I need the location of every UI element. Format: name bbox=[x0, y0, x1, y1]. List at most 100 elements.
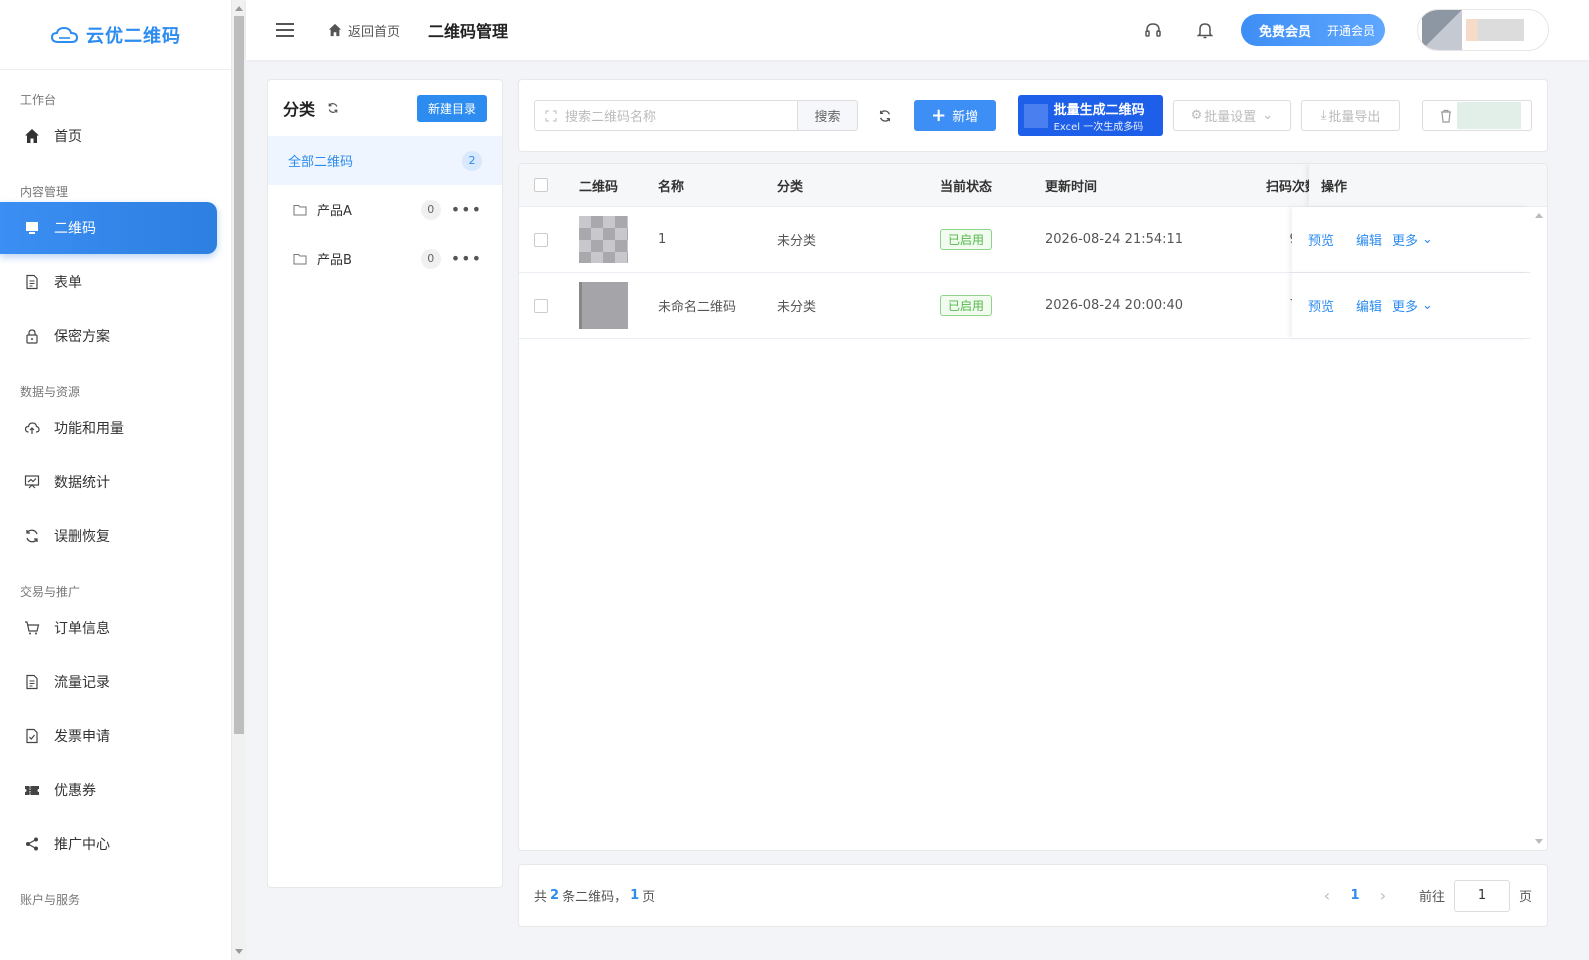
vip-badge-button[interactable]: 免费会员 开通会员 bbox=[1240, 14, 1385, 46]
chevron-down-icon: ⌄ bbox=[1422, 298, 1433, 313]
logo[interactable]: 云优二维码 bbox=[0, 0, 231, 70]
sidebar-item-qrcode[interactable]: 二维码 bbox=[0, 202, 217, 254]
sidebar-item-form[interactable]: 表单 bbox=[0, 256, 217, 308]
header-scans: 扫码次数 bbox=[1265, 179, 1318, 195]
refresh-icon bbox=[26, 529, 38, 543]
invoice-icon bbox=[26, 728, 38, 744]
row-actions: 预览 编辑 更多 ⌄ bbox=[1292, 207, 1529, 272]
goto-page-input[interactable] bbox=[1453, 879, 1510, 912]
batch-export-label: 批量导出 bbox=[1328, 110, 1381, 125]
scroll-down-arrow[interactable] bbox=[235, 949, 243, 954]
batch-export-button[interactable]: ⤓ 批量导出 bbox=[1300, 100, 1401, 131]
more-dropdown[interactable]: 更多 ⌄ bbox=[1392, 230, 1433, 249]
table-header: 二维码 名称 分类 当前状态 更新时间 扫码次数 操作 bbox=[519, 164, 1547, 207]
refresh-icon[interactable] bbox=[327, 102, 339, 114]
add-button[interactable]: + 新增 bbox=[913, 100, 996, 131]
sidebar-item-traffic[interactable]: 流量记录 bbox=[0, 656, 217, 708]
recycle-bin-button[interactable] bbox=[1422, 100, 1532, 131]
sidebar-item-security[interactable]: 保密方案 bbox=[0, 310, 217, 362]
chart-icon bbox=[24, 475, 40, 489]
category-count: 0 bbox=[420, 248, 441, 269]
sidebar-item-label: 发票申请 bbox=[54, 729, 110, 745]
sidebar-item-label: 订单信息 bbox=[54, 621, 110, 637]
row-checkbox[interactable] bbox=[534, 232, 548, 247]
total-unit: 条二维码， bbox=[562, 890, 628, 905]
category-title: 分类 bbox=[283, 100, 316, 119]
search-input[interactable]: 搜索二维码名称 bbox=[534, 100, 799, 131]
more-options-icon[interactable]: ••• bbox=[451, 249, 482, 268]
sidebar-item-orders[interactable]: 订单信息 bbox=[0, 602, 217, 654]
sidebar-item-coupon[interactable]: 优惠券 bbox=[0, 764, 217, 816]
header-name: 名称 bbox=[658, 179, 685, 195]
sidebar-item-usage[interactable]: 功能和用量 bbox=[0, 402, 217, 454]
pager-controls: ‹ 1 › 前往 页 bbox=[1311, 879, 1532, 912]
sidebar: 云优二维码 工作台 首页 内容管理 二维码 表单 保密方案 数据与资源 功能和用… bbox=[0, 0, 232, 960]
table-scrollbar[interactable] bbox=[1531, 207, 1547, 850]
sidebar-item-recovery[interactable]: 误删恢复 bbox=[0, 510, 217, 562]
category-panel: 分类 新建目录 全部二维码 2 产品A 0 ••• 产品B 0 ••• bbox=[267, 79, 503, 888]
new-directory-button[interactable]: 新建目录 bbox=[416, 94, 487, 122]
monitor-icon bbox=[26, 222, 38, 234]
qr-thumbnail[interactable] bbox=[579, 216, 628, 263]
scrollbar-thumb[interactable] bbox=[234, 16, 244, 734]
refresh-icon[interactable] bbox=[878, 109, 892, 123]
category-header: 分类 新建目录 bbox=[268, 80, 502, 136]
cloud-logo-icon bbox=[50, 26, 79, 43]
category-count: 2 bbox=[462, 150, 482, 171]
sidebar-item-label: 功能和用量 bbox=[54, 421, 124, 437]
row-checkbox[interactable] bbox=[534, 298, 548, 313]
more-options-icon[interactable]: ••• bbox=[451, 200, 482, 219]
sidebar-item-promotion[interactable]: 推广中心 bbox=[0, 818, 217, 870]
scroll-down-arrow[interactable] bbox=[1535, 839, 1543, 844]
folder-icon bbox=[293, 204, 307, 215]
sidebar-item-label: 推广中心 bbox=[54, 837, 110, 853]
select-all-checkbox[interactable] bbox=[534, 178, 548, 192]
batch-generate-title: 批量生成二维码 bbox=[1053, 102, 1145, 118]
document-icon bbox=[26, 274, 38, 290]
sidebar-item-label: 误删恢复 bbox=[54, 529, 110, 545]
scroll-up-arrow[interactable] bbox=[235, 6, 243, 11]
edit-link[interactable]: 编辑 bbox=[1356, 230, 1382, 249]
cell-name: 1 bbox=[658, 232, 667, 247]
sidebar-item-label: 表单 bbox=[54, 275, 82, 291]
vip-label: 免费会员 bbox=[1258, 24, 1311, 40]
vip-action[interactable]: 开通会员 bbox=[1327, 22, 1375, 39]
avatar-image bbox=[1422, 10, 1462, 50]
cart-icon bbox=[25, 621, 40, 635]
headset-icon[interactable] bbox=[1143, 20, 1163, 40]
more-dropdown[interactable]: 更多 ⌄ bbox=[1392, 296, 1433, 315]
sidebar-item-invoice[interactable]: 发票申请 bbox=[0, 710, 217, 762]
edit-link[interactable]: 编辑 bbox=[1356, 296, 1382, 315]
category-item[interactable]: 产品A 0 ••• bbox=[268, 185, 502, 234]
cloud-icon bbox=[24, 422, 40, 434]
category-item-all[interactable]: 全部二维码 2 bbox=[268, 136, 502, 185]
prev-page-icon[interactable]: ‹ bbox=[1311, 886, 1343, 905]
sidebar-item-stats[interactable]: 数据统计 bbox=[0, 456, 217, 508]
sidebar-item-home[interactable]: 首页 bbox=[0, 110, 217, 162]
page-number[interactable]: 1 bbox=[1343, 888, 1367, 903]
sidebar-item-label: 二维码 bbox=[54, 221, 96, 237]
header-updated: 更新时间 bbox=[1045, 179, 1098, 195]
user-avatar[interactable] bbox=[1417, 9, 1549, 51]
qr-thumbnail[interactable] bbox=[579, 282, 628, 329]
back-home-link[interactable]: 返回首页 bbox=[328, 21, 400, 40]
preview-link[interactable]: 预览 bbox=[1308, 230, 1334, 249]
search-button[interactable]: 搜索 bbox=[798, 100, 858, 131]
bell-icon[interactable] bbox=[1195, 20, 1215, 40]
category-label: 产品A bbox=[317, 204, 352, 219]
cell-name: 未命名二维码 bbox=[658, 300, 737, 315]
menu-toggle-icon[interactable] bbox=[276, 19, 294, 41]
sidebar-item-label: 数据统计 bbox=[54, 475, 110, 491]
category-label: 产品B bbox=[317, 253, 352, 268]
more-label: 更多 bbox=[1392, 300, 1419, 315]
total-pages: 1 bbox=[630, 888, 640, 903]
batch-settings-button[interactable]: ⚙ 批量设置 ⌄ bbox=[1173, 100, 1291, 131]
preview-link[interactable]: 预览 bbox=[1308, 296, 1334, 315]
sidebar-scrollbar[interactable] bbox=[232, 0, 246, 960]
plus-icon: + bbox=[931, 104, 947, 126]
batch-generate-button[interactable]: 批量生成二维码 Excel 一次生成多码 bbox=[1017, 95, 1164, 136]
next-page-icon[interactable]: › bbox=[1367, 886, 1399, 905]
ticket-icon bbox=[25, 786, 39, 795]
category-item[interactable]: 产品B 0 ••• bbox=[268, 234, 502, 283]
scroll-up-arrow[interactable] bbox=[1535, 213, 1543, 218]
